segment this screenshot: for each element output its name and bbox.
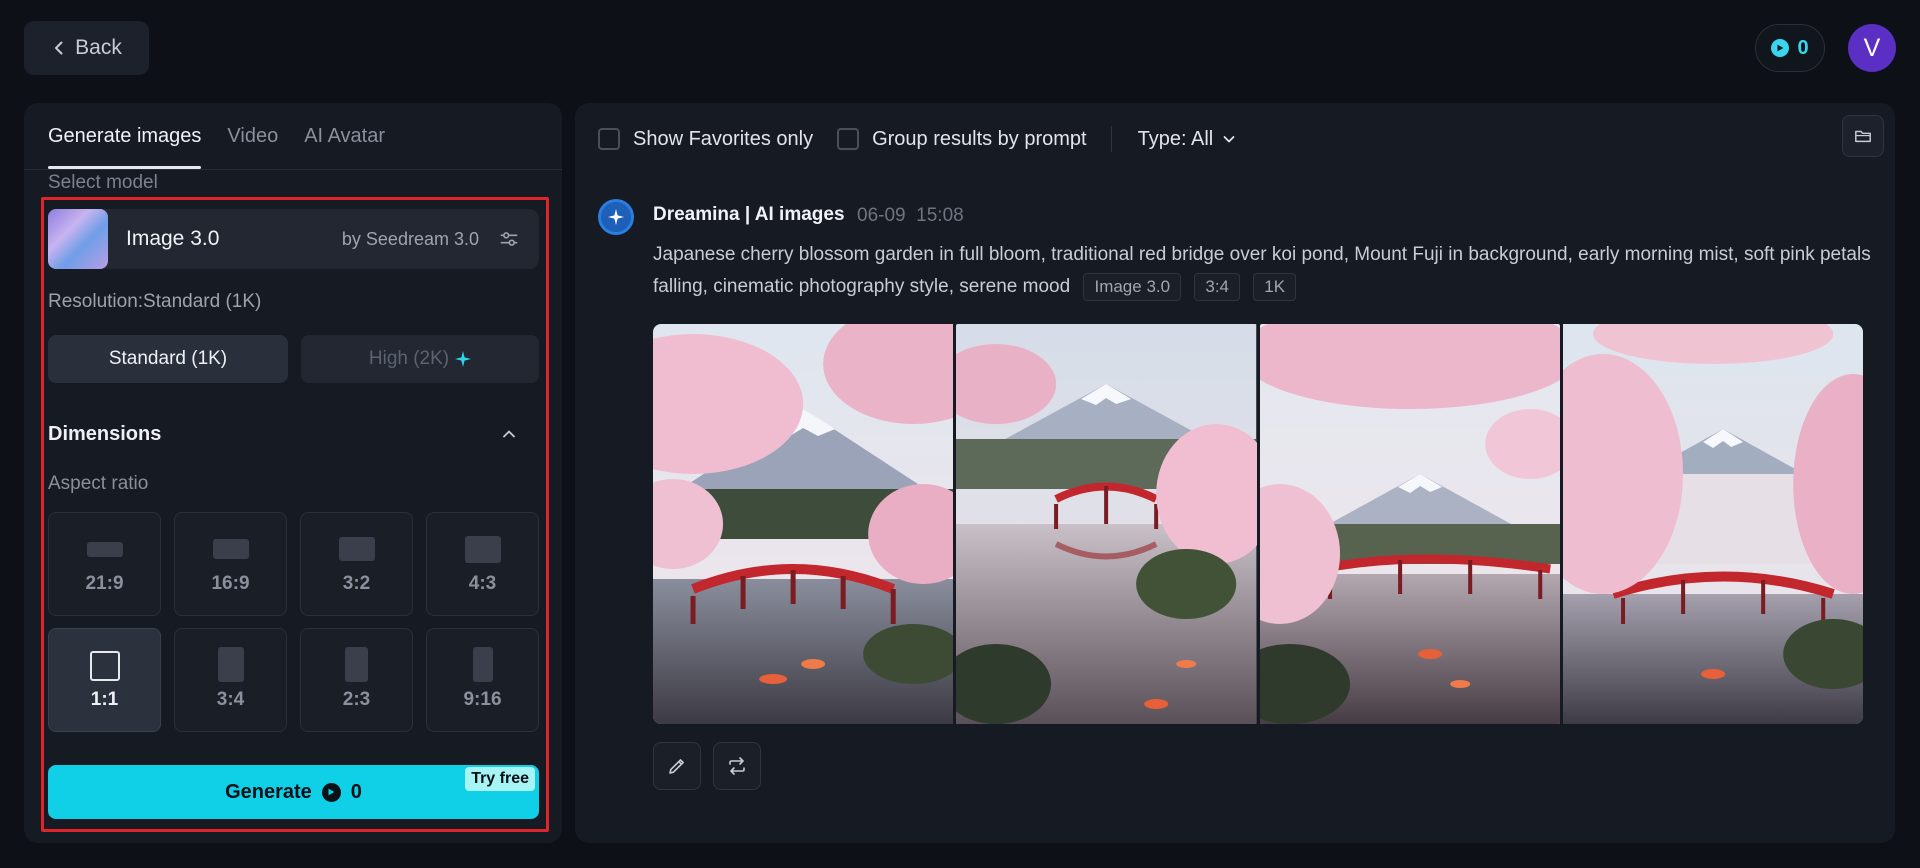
result-image-2[interactable] (956, 324, 1257, 724)
ratio-shape-3-2 (338, 537, 375, 561)
tag-model: Image 3.0 (1083, 272, 1182, 301)
credits-count: 0 (1797, 36, 1809, 59)
model-provider: by Seedream 3.0 (341, 228, 479, 249)
chevron-down-icon (1223, 136, 1235, 143)
post-author: Dreamina | AI images (653, 204, 845, 225)
ratio-shape-1-1 (89, 651, 120, 681)
ratio-shape-4-3 (464, 536, 501, 563)
user-avatar[interactable]: V (1848, 24, 1896, 72)
pencil-icon (669, 759, 684, 774)
show-favorites-label: Show Favorites only (633, 127, 814, 150)
group-results-checkbox[interactable]: Group results by prompt (837, 128, 1087, 151)
credit-coin-icon (321, 782, 341, 802)
results-filters: Show Favorites only Group results by pro… (598, 123, 1237, 155)
type-dropdown[interactable]: Type: All (1138, 128, 1238, 151)
ratio-3-2[interactable]: 3:2 (300, 512, 413, 616)
ratio-shape-3-4 (217, 647, 244, 682)
post-time: 15:08 (916, 205, 964, 226)
credit-coin-icon (1771, 39, 1790, 57)
ratio-9-16[interactable]: 9:16 (426, 628, 539, 732)
resolution-label: Resolution:Standard (1K) (48, 291, 262, 312)
resolution-standard-label: Standard (1K) (108, 348, 228, 369)
aspect-ratio-label: Aspect ratio (48, 473, 149, 494)
chevron-left-icon (55, 41, 63, 55)
generate-cost: 0 (350, 780, 362, 803)
ratio-shape-9-16 (472, 647, 493, 682)
mode-tabs: Generate images Video AI Avatar (48, 103, 385, 169)
select-model-label: Select model (48, 172, 158, 193)
post-date: 06-09 (857, 205, 906, 226)
ratio-label: 2:3 (342, 689, 371, 710)
generate-button[interactable]: Generate 0 Try free (48, 765, 539, 819)
model-selector[interactable]: Image 3.0 by Seedream 3.0 (48, 209, 539, 269)
checkbox-box[interactable] (598, 128, 620, 150)
tab-ai-avatar[interactable]: AI Avatar (304, 103, 385, 169)
model-thumbnail (48, 209, 108, 269)
resolution-standard-button[interactable]: Standard (1K) (48, 335, 288, 383)
ratio-label: 4:3 (468, 573, 497, 594)
ratio-16-9[interactable]: 16:9 (174, 512, 287, 616)
folder-icon (1855, 130, 1871, 143)
result-image-4[interactable] (1562, 324, 1863, 724)
checkbox-box[interactable] (837, 128, 860, 150)
sliders-icon[interactable] (495, 225, 523, 253)
tag-resolution: 1K (1253, 272, 1297, 301)
result-image-1[interactable] (653, 324, 954, 724)
ratio-label: 16:9 (211, 573, 250, 594)
ratio-2-3[interactable]: 2:3 (300, 628, 413, 732)
ratio-4-3[interactable]: 4:3 (426, 512, 539, 616)
folder-button[interactable] (1842, 115, 1884, 157)
ratio-label: 9:16 (463, 689, 502, 710)
ratio-label: 1:1 (90, 689, 119, 710)
tab-generate-images[interactable]: Generate images (48, 103, 202, 169)
type-label: Type: All (1137, 127, 1214, 150)
ratio-label: 21:9 (85, 573, 124, 594)
sparkle-icon (455, 351, 472, 367)
try-free-badge: Try free (465, 767, 535, 791)
top-bar: Back 0 V (0, 0, 1920, 100)
model-name: Image 3.0 (126, 227, 220, 250)
back-label: Back (75, 36, 122, 59)
ratio-label: 3:4 (216, 689, 245, 710)
ratio-shape-16-9 (212, 539, 249, 559)
generation-panel: Generate images Video AI Avatar Select m… (24, 103, 562, 843)
filter-divider (1110, 126, 1112, 152)
post-timestamp: 06-09 15:08 (857, 205, 964, 227)
ratio-label: 3:2 (342, 573, 371, 594)
resolution-high-label: High (2K) (368, 348, 450, 369)
repeat-icon (729, 757, 745, 775)
generate-label: Generate (225, 780, 312, 803)
ratio-1-1[interactable]: 1:1 (48, 628, 161, 732)
show-favorites-checkbox[interactable]: Show Favorites only (598, 128, 813, 151)
result-image-3[interactable] (1259, 324, 1560, 724)
dreamina-logo-icon (598, 199, 634, 235)
ratio-shape-21-9 (86, 542, 123, 557)
regenerate-button[interactable] (713, 742, 761, 790)
group-results-label: Group results by prompt (872, 127, 1087, 150)
edit-button[interactable] (653, 742, 701, 790)
results-panel: Show Favorites only Group results by pro… (575, 103, 1895, 843)
dimensions-title: Dimensions (48, 423, 162, 445)
tab-video[interactable]: Video (227, 103, 278, 169)
post-prompt: Japanese cherry blossom garden in full b… (653, 239, 1878, 303)
result-gallery (653, 324, 1863, 724)
credits-badge[interactable]: 0 (1755, 24, 1825, 72)
back-button[interactable]: Back (24, 21, 149, 75)
tag-ratio: 3:4 (1194, 272, 1240, 301)
ratio-shape-2-3 (345, 647, 368, 682)
ratio-3-4[interactable]: 3:4 (174, 628, 287, 732)
resolution-high-button[interactable]: High (2K) (301, 335, 539, 383)
chevron-up-icon[interactable] (500, 425, 518, 443)
ratio-21-9[interactable]: 21:9 (48, 512, 161, 616)
